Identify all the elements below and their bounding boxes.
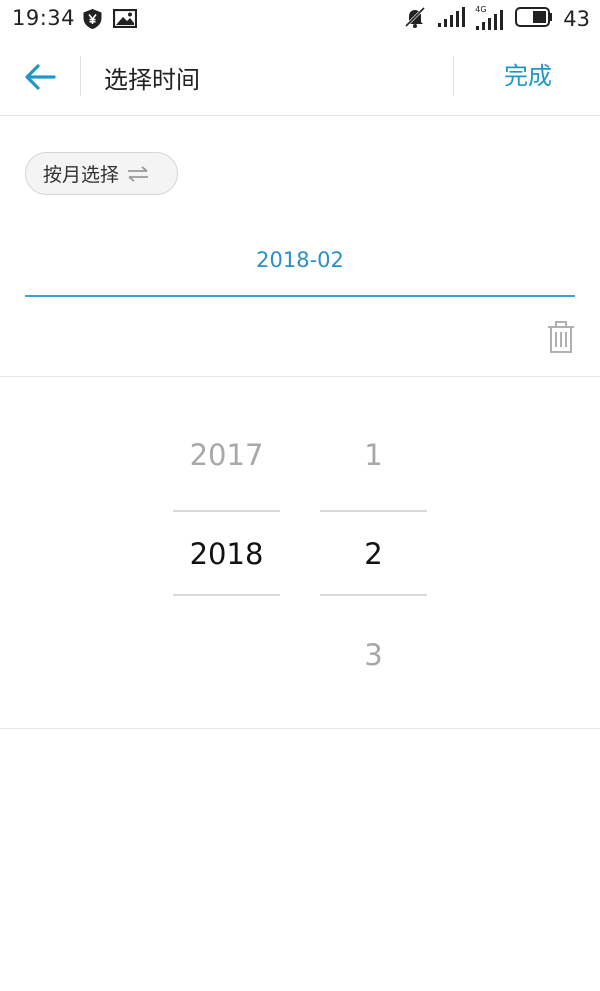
year-selection-line-top <box>173 510 280 512</box>
battery-percent: 43 <box>563 7 590 31</box>
month-option-next[interactable]: 3 <box>320 638 427 672</box>
select-by-month-toggle[interactable]: 按月选择 <box>25 152 178 195</box>
month-option-prev[interactable]: 1 <box>320 438 427 472</box>
status-bar: 19:34 4G 43 <box>0 0 600 38</box>
arrow-left-icon <box>25 64 56 90</box>
picker-bottom-divider <box>0 728 600 729</box>
app-header: 选择时间 完成 <box>0 38 600 116</box>
back-button[interactable] <box>20 58 60 98</box>
header-divider-left <box>80 56 81 96</box>
year-selection-line-bottom <box>173 594 280 596</box>
signal-icon <box>437 7 466 31</box>
delete-button[interactable] <box>545 320 577 354</box>
year-option-prev[interactable]: 2017 <box>173 438 280 472</box>
month-option-selected[interactable]: 2 <box>320 537 427 571</box>
done-button[interactable]: 完成 <box>480 56 576 96</box>
signal-4g-icon: 4G <box>475 5 505 30</box>
month-selection-line-top <box>320 510 427 512</box>
year-picker[interactable]: 2017 2018 <box>173 400 280 700</box>
mute-icon <box>403 5 427 33</box>
section-divider <box>0 376 600 377</box>
date-input-underline <box>25 295 575 297</box>
year-option-selected[interactable]: 2018 <box>173 537 280 571</box>
status-right-group: 4G 43 <box>403 5 590 33</box>
date-input[interactable]: 2018-02 <box>25 248 575 272</box>
page-title: 选择时间 <box>104 66 200 94</box>
battery-icon <box>515 7 553 31</box>
photo-icon <box>112 8 138 29</box>
trash-icon <box>548 321 574 353</box>
header-divider-right <box>453 56 454 96</box>
month-selection-line-bottom <box>320 594 427 596</box>
mode-label: 按月选择 <box>43 164 120 186</box>
status-time: 19:34 <box>12 6 76 30</box>
shield-yen-icon <box>83 9 102 29</box>
swap-icon <box>127 165 149 182</box>
month-picker[interactable]: 1 2 3 <box>320 400 427 700</box>
